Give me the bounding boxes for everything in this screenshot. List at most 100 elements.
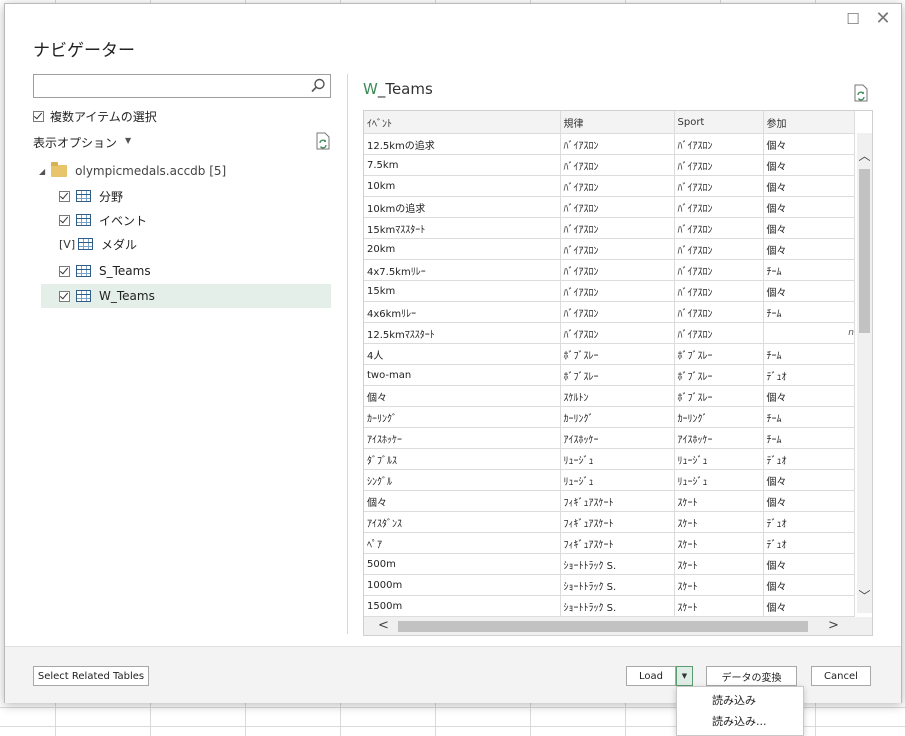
- tree-item-medal[interactable]: [V] メダル: [41, 232, 331, 256]
- table-cell[interactable]: ｶｰﾘﾝｸﾞ: [674, 406, 764, 428]
- table-cell[interactable]: 500m: [364, 553, 561, 575]
- chevron-right-icon[interactable]: >: [828, 618, 839, 633]
- multi-select-toggle[interactable]: 複数アイテムの選択: [33, 108, 157, 125]
- table-cell[interactable]: ﾊﾞｲｱｽﾛﾝ: [560, 175, 675, 197]
- chevron-down-icon[interactable]: ▼: [125, 136, 131, 145]
- table-cell[interactable]: ﾁｰﾑ: [763, 301, 855, 323]
- table-cell[interactable]: ｱｲｽﾎｯｹｰ: [674, 427, 764, 449]
- table-cell[interactable]: 個々: [763, 133, 855, 155]
- table-cell[interactable]: ﾊﾞｲｱｽﾛﾝ: [674, 133, 764, 155]
- table-cell[interactable]: ｼｮｰﾄﾄﾗｯｸ S.: [560, 553, 675, 575]
- table-cell[interactable]: 15kmﾏｽｽﾀｰﾄ: [364, 217, 561, 239]
- table-cell[interactable]: ﾎﾞﾌﾞｽﾚｰ: [674, 364, 764, 386]
- table-cell[interactable]: 10kmの追求: [364, 196, 561, 218]
- table-cell[interactable]: ﾁｰﾑ: [763, 343, 855, 365]
- table-cell[interactable]: ﾎﾞﾌﾞｽﾚｰ: [674, 343, 764, 365]
- table-cell[interactable]: ﾊﾞｲｱｽﾛﾝ: [674, 238, 764, 260]
- table-cell[interactable]: ﾃﾞｭｵ: [763, 448, 855, 470]
- pane-splitter[interactable]: [347, 74, 348, 634]
- table-cell[interactable]: 1500m: [364, 595, 561, 617]
- search-icon[interactable]: [309, 77, 327, 95]
- table-cell[interactable]: ﾊﾞｲｱｽﾛﾝ: [560, 322, 675, 344]
- table-cell[interactable]: ﾊﾞｲｱｽﾛﾝ: [674, 196, 764, 218]
- table-cell[interactable]: 10km: [364, 175, 561, 197]
- table-cell[interactable]: ﾊﾞｲｱｽﾛﾝ: [674, 175, 764, 197]
- table-cell[interactable]: ﾌｨｷﾞｭｱｽｹｰﾄ: [560, 490, 675, 512]
- table-cell[interactable]: ﾊﾞｲｱｽﾛﾝ: [560, 196, 675, 218]
- table-cell[interactable]: 12.5kmの追求: [364, 133, 561, 155]
- table-cell[interactable]: ﾊﾞｲｱｽﾛﾝ: [560, 280, 675, 302]
- cancel-button[interactable]: Cancel: [811, 666, 871, 686]
- table-cell[interactable]: ﾃﾞｭｵ: [763, 511, 855, 533]
- table-cell[interactable]: ﾊﾞｲｱｽﾛﾝ: [674, 154, 764, 176]
- table-cell[interactable]: ﾎﾞﾌﾞｽﾚｰ: [560, 364, 675, 386]
- load-button[interactable]: Load: [626, 666, 676, 686]
- table-cell[interactable]: 個々: [763, 154, 855, 176]
- table-cell[interactable]: ﾊﾞｲｱｽﾛﾝ: [674, 259, 764, 281]
- table-cell[interactable]: 個々: [763, 238, 855, 260]
- table-cell[interactable]: ﾊﾞｲｱｽﾛﾝ: [674, 280, 764, 302]
- table-cell[interactable]: 個々: [763, 595, 855, 617]
- table-cell[interactable]: 個々: [763, 553, 855, 575]
- tree-item-w-teams[interactable]: W_Teams: [41, 284, 331, 308]
- table-cell[interactable]: ｽｹｰﾄ: [674, 511, 764, 533]
- table-cell[interactable]: ｱｲｽﾎｯｹｰ: [364, 427, 561, 449]
- table-cell[interactable]: 20km: [364, 238, 561, 260]
- column-header[interactable]: ｲﾍﾞﾝﾄ: [364, 111, 561, 134]
- table-cell[interactable]: ｶｰﾘﾝｸﾞ: [560, 406, 675, 428]
- column-header[interactable]: Sport: [674, 111, 764, 134]
- table-cell[interactable]: ﾊﾞｲｱｽﾛﾝ: [560, 301, 675, 323]
- column-header[interactable]: 参加: [763, 111, 855, 134]
- display-options-menu[interactable]: 表示オプション: [33, 134, 117, 151]
- table-cell[interactable]: ﾊﾞｲｱｽﾛﾝ: [560, 217, 675, 239]
- table-cell[interactable]: ｼｮｰﾄﾄﾗｯｸ S.: [560, 595, 675, 617]
- search-box[interactable]: [33, 74, 331, 98]
- table-cell[interactable]: ﾎﾞﾌﾞｽﾚｰ: [674, 385, 764, 407]
- table-cell[interactable]: ﾊﾞｲｱｽﾛﾝ: [560, 259, 675, 281]
- table-cell[interactable]: 個々: [763, 217, 855, 239]
- table-cell[interactable]: 個々: [763, 574, 855, 596]
- multi-select-checkbox[interactable]: [33, 111, 44, 122]
- table-cell[interactable]: ﾘｭｰｼﾞｭ: [674, 448, 764, 470]
- table-cell[interactable]: ﾌｨｷﾞｭｱｽｹｰﾄ: [560, 511, 675, 533]
- table-cell[interactable]: ｼﾝｸﾞﾙ: [364, 469, 561, 491]
- table-cell[interactable]: ﾘｭｰｼﾞｭ: [560, 448, 675, 470]
- load-dropdown-button[interactable]: ▼: [676, 666, 693, 686]
- table-cell[interactable]: ﾎﾞﾌﾞｽﾚｰ: [560, 343, 675, 365]
- scrollbar-thumb[interactable]: [859, 169, 870, 333]
- table-cell[interactable]: ｱｲｽﾀﾞﾝｽ: [364, 511, 561, 533]
- checkbox[interactable]: [59, 290, 70, 302]
- menu-item-load[interactable]: 読み込み: [712, 692, 756, 708]
- table-cell[interactable]: ｽｹｰﾄ: [674, 574, 764, 596]
- table-cell[interactable]: 個々: [763, 175, 855, 197]
- table-cell[interactable]: ｽｹｰﾄ: [674, 553, 764, 575]
- table-cell[interactable]: 4人: [364, 343, 561, 365]
- tree-item-event[interactable]: イベント: [41, 208, 331, 232]
- table-cell[interactable]: ﾌｨｷﾞｭｱｽｹｰﾄ: [560, 532, 675, 554]
- search-input[interactable]: [38, 77, 302, 95]
- menu-item-load-to[interactable]: 読み込み...: [712, 713, 767, 729]
- close-button[interactable]: ✕: [873, 9, 893, 29]
- horizontal-scrollbar[interactable]: < >: [364, 617, 872, 635]
- table-cell[interactable]: ﾁｰﾑ: [763, 406, 855, 428]
- table-cell[interactable]: ｼｮｰﾄﾄﾗｯｸ S.: [560, 574, 675, 596]
- table-cell[interactable]: ｶｰﾘﾝｸﾞ: [364, 406, 561, 428]
- table-cell[interactable]: 個々: [364, 490, 561, 512]
- table-cell[interactable]: ｽｹｰﾄ: [674, 490, 764, 512]
- tree-root-database[interactable]: ◢ olympicmedals.accdb [5]: [39, 162, 226, 178]
- table-cell[interactable]: 1000m: [364, 574, 561, 596]
- table-cell[interactable]: ﾃﾞｭｵ: [763, 364, 855, 386]
- table-cell[interactable]: ｽｹｰﾄ: [674, 595, 764, 617]
- table-cell[interactable]: ﾀﾞﾌﾞﾙｽ: [364, 448, 561, 470]
- table-cell[interactable]: ﾊﾞｲｱｽﾛﾝ: [674, 322, 764, 344]
- maximize-button[interactable]: ☐: [843, 9, 863, 29]
- partial-checkbox[interactable]: [V]: [59, 238, 75, 251]
- table-cell[interactable]: ﾃﾞｭｵ: [763, 532, 855, 554]
- table-cell[interactable]: 個々: [763, 280, 855, 302]
- tree-item-s-teams[interactable]: S_Teams: [41, 259, 331, 283]
- table-cell[interactable]: 個々: [763, 196, 855, 218]
- expand-triangle-icon[interactable]: ◢: [39, 167, 45, 176]
- table-cell[interactable]: ﾊﾞｲｱｽﾛﾝ: [560, 133, 675, 155]
- table-cell[interactable]: ﾊﾞｲｱｽﾛﾝ: [674, 301, 764, 323]
- table-cell[interactable]: [763, 322, 855, 344]
